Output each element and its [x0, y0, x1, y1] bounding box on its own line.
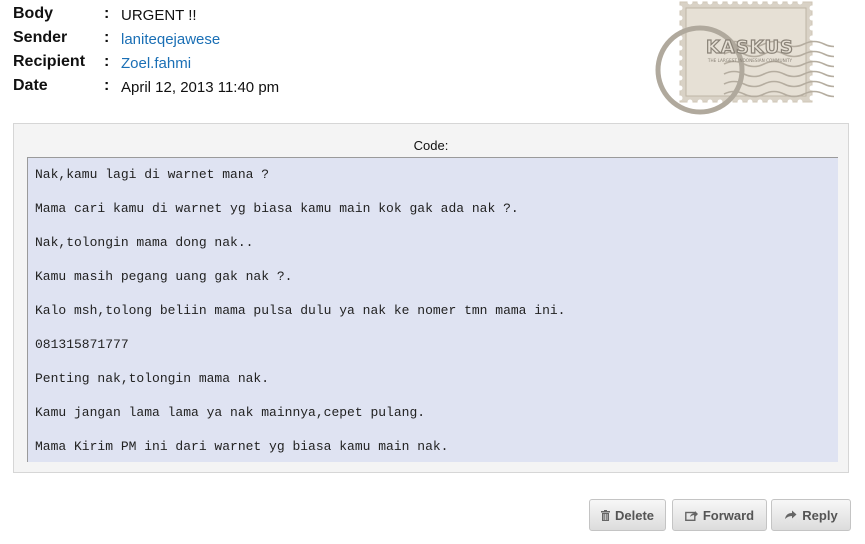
- delete-button-label: Delete: [614, 507, 655, 523]
- reply-arrow-icon: [784, 510, 797, 521]
- code-line: Mama cari kamu di warnet yg biasa kamu m…: [35, 201, 519, 216]
- recipient-label: Recipient: [13, 53, 86, 70]
- code-line: Mama Kirim PM ini dari warnet yg biasa k…: [35, 439, 449, 454]
- code-line: Kamu masih pegang uang gak nak ?.: [35, 269, 293, 284]
- reply-button[interactable]: Reply: [771, 499, 851, 531]
- kaskus-logo-text: KASKUS: [706, 37, 794, 58]
- body-value: URGENT !!: [121, 7, 197, 24]
- code-line: Kamu jangan lama lama ya nak mainnya,cep…: [35, 405, 426, 420]
- code-line: Kalo msh,tolong beliin mama pulsa dulu y…: [35, 303, 566, 318]
- date-label: Date: [13, 77, 48, 94]
- separator: :: [104, 5, 110, 22]
- kaskus-stamp-logo: KASKUS THE LARGEST INDONESIAN COMMUNITY: [655, 0, 834, 115]
- share-icon: [684, 510, 698, 521]
- trash-icon: [600, 509, 610, 521]
- recipient-link[interactable]: Zoel.fahmi: [121, 55, 191, 72]
- reply-button-label: Reply: [802, 507, 838, 523]
- kaskus-tagline: THE LARGEST INDONESIAN COMMUNITY: [707, 58, 793, 63]
- separator: :: [104, 77, 110, 94]
- code-line: Nak,kamu lagi di warnet mana ?: [35, 167, 270, 182]
- code-line: 081315871777: [35, 337, 129, 352]
- sender-link[interactable]: laniteqejawese: [121, 31, 220, 48]
- body-label: Body: [13, 5, 53, 22]
- code-title: Code:: [413, 138, 449, 153]
- code-line: Nak,tolongin mama dong nak..: [35, 235, 254, 250]
- date-value: April 12, 2013 11:40 pm: [121, 79, 280, 96]
- code-block[interactable]: Nak,kamu lagi di warnet mana ? Mama cari…: [27, 157, 838, 462]
- sender-label: Sender: [13, 29, 68, 46]
- forward-button[interactable]: Forward: [672, 499, 767, 531]
- forward-button-label: Forward: [702, 507, 755, 523]
- separator: :: [104, 53, 110, 70]
- delete-button[interactable]: Delete: [589, 499, 666, 531]
- code-panel: Code: Nak,kamu lagi di warnet mana ? Mam…: [13, 123, 849, 473]
- separator: :: [104, 29, 110, 46]
- code-line: Penting nak,tolongin mama nak.: [35, 371, 270, 386]
